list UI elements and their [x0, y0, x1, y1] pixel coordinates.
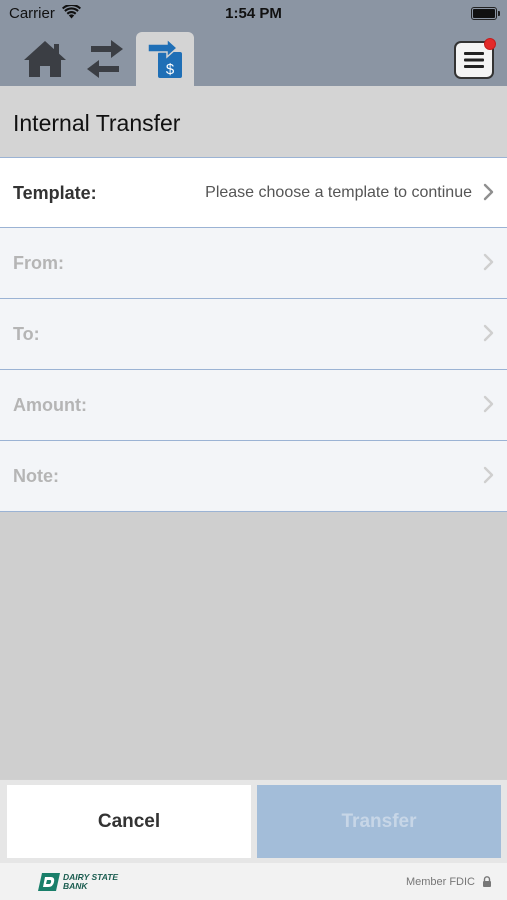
chevron-right-icon — [483, 395, 494, 413]
template-row[interactable]: Template: Please choose a template to co… — [0, 158, 507, 228]
switch-accounts-icon — [87, 40, 123, 78]
footer: DAIRY STATE BANK Member FDIC — [0, 863, 507, 900]
transfer-icon: $ — [147, 38, 182, 78]
top-nav-bar: $ — [0, 28, 507, 86]
lock-icon — [483, 876, 491, 887]
home-button[interactable] — [16, 32, 74, 86]
transfer-form: Template: Please choose a template to co… — [0, 157, 507, 512]
cancel-button[interactable]: Cancel — [7, 785, 251, 858]
amount-row[interactable]: Amount: — [0, 370, 507, 441]
note-label: Note: — [13, 466, 59, 486]
transfer-button[interactable]: Transfer — [257, 785, 501, 858]
status-bar: Carrier 1:54 PM — [0, 0, 507, 28]
page-title: Internal Transfer — [13, 110, 181, 136]
svg-text:$: $ — [166, 61, 175, 78]
logo-line-2: BANK — [63, 881, 88, 891]
notification-badge — [484, 38, 496, 50]
note-row[interactable]: Note: — [0, 441, 507, 512]
battery-icon — [471, 7, 500, 20]
chevron-right-icon — [483, 183, 494, 201]
status-time: 1:54 PM — [225, 5, 282, 22]
action-bar: Cancel Transfer — [0, 779, 507, 863]
page-header: Internal Transfer — [0, 86, 507, 157]
switch-accounts-button[interactable] — [76, 32, 134, 86]
bank-logo: DAIRY STATE BANK — [38, 872, 118, 892]
from-label: From: — [13, 253, 64, 273]
menu-icon — [464, 52, 484, 68]
transfer-tab[interactable]: $ — [136, 32, 194, 86]
from-row[interactable]: From: — [0, 228, 507, 299]
amount-label: Amount: — [13, 395, 87, 415]
home-icon — [24, 41, 66, 77]
bank-logo-icon — [38, 873, 60, 891]
to-row[interactable]: To: — [0, 299, 507, 370]
to-label: To: — [13, 324, 40, 344]
template-label: Template: — [13, 183, 97, 203]
template-value: Please choose a template to continue — [205, 184, 472, 201]
chevron-right-icon — [483, 466, 494, 484]
menu-button[interactable] — [454, 38, 496, 79]
member-fdic-label: Member FDIC — [405, 876, 475, 888]
chevron-right-icon — [483, 253, 494, 271]
chevron-right-icon — [483, 324, 494, 342]
